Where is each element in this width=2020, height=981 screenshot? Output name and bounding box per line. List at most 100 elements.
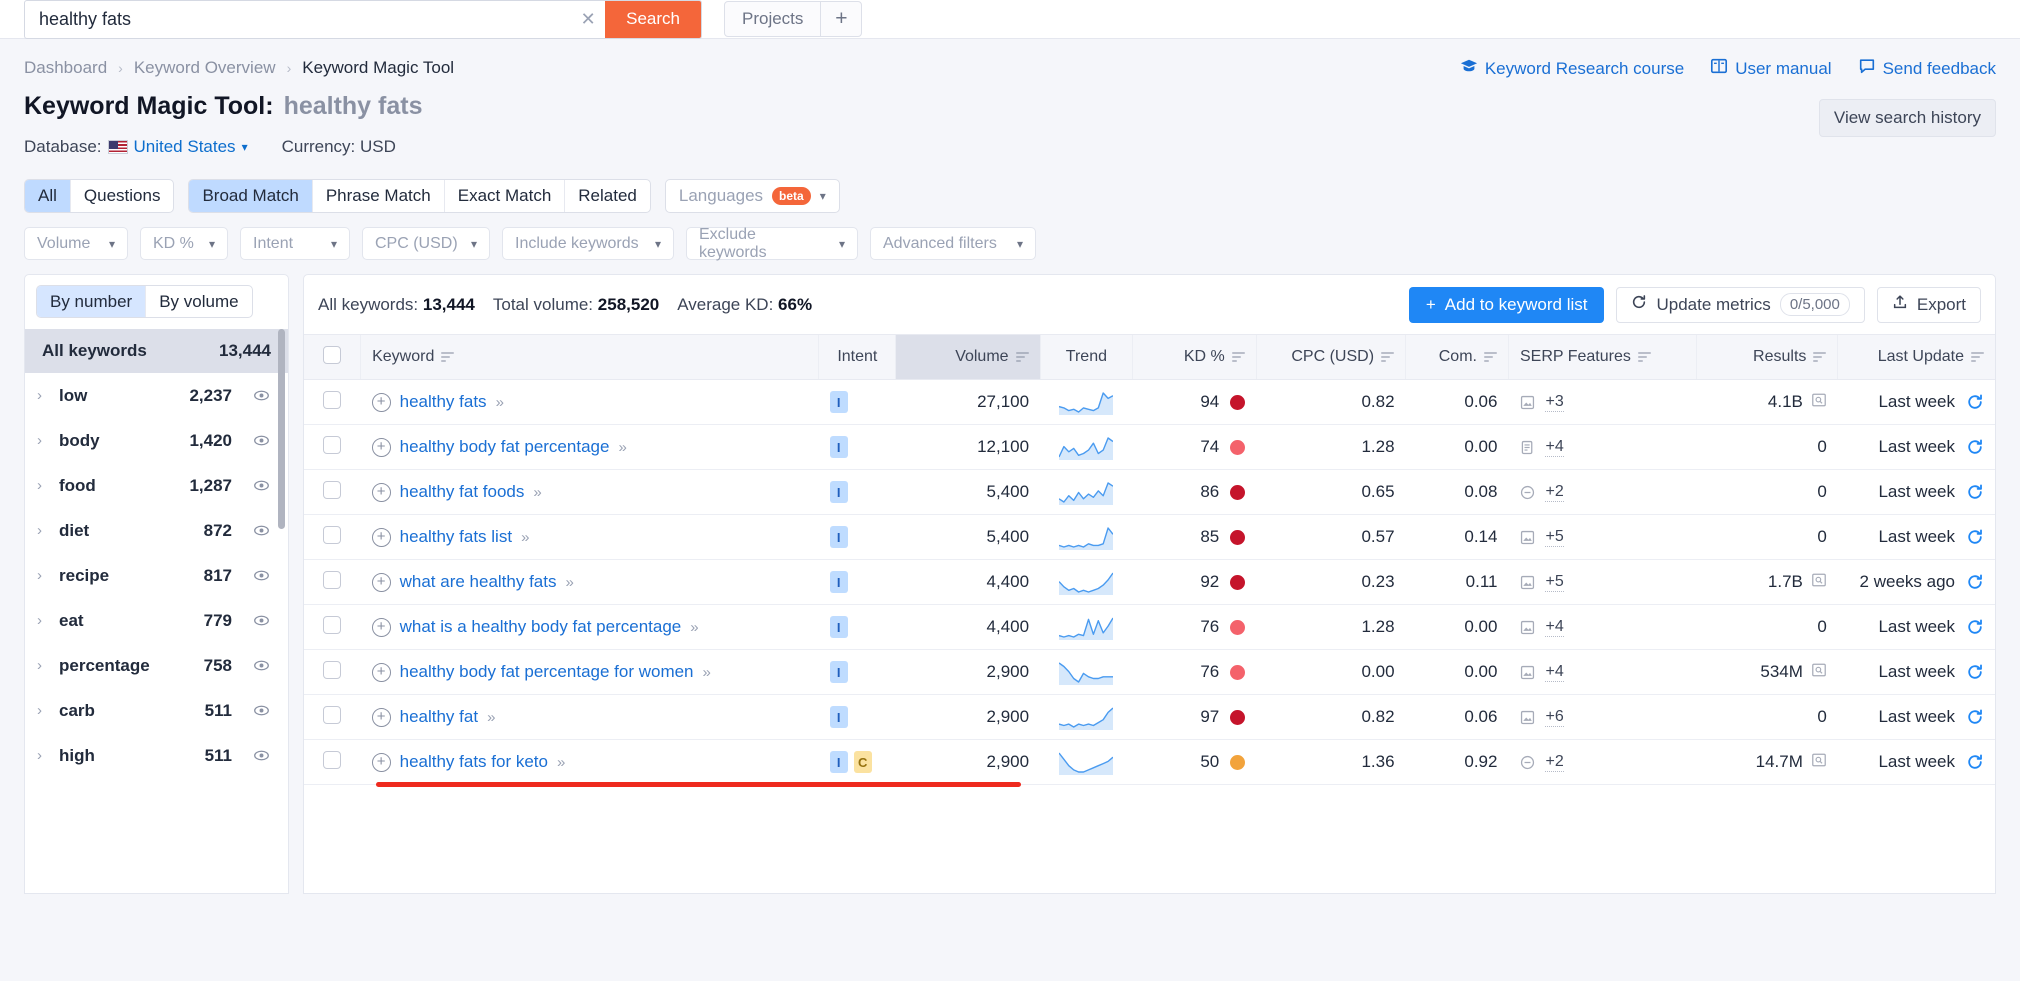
eye-icon[interactable]	[251, 432, 271, 449]
clear-search-icon[interactable]: ✕	[571, 1, 605, 38]
refresh-icon[interactable]	[1966, 483, 1984, 501]
eye-icon[interactable]	[251, 747, 271, 764]
keyword-link[interactable]: healthy fat foods	[400, 482, 525, 502]
eye-icon[interactable]	[251, 387, 271, 404]
chevron-down-icon[interactable]: ▾	[242, 140, 248, 154]
refresh-icon[interactable]	[1966, 528, 1984, 546]
keyword-link[interactable]: what are healthy fats	[400, 572, 557, 592]
refresh-icon[interactable]	[1966, 708, 1984, 726]
eye-icon[interactable]	[251, 657, 271, 674]
refresh-icon[interactable]	[1966, 618, 1984, 636]
chevron-right-icon[interactable]: ›	[37, 657, 49, 674]
sort-icon[interactable]	[1637, 352, 1651, 362]
chevron-right-icon[interactable]: ›	[37, 567, 49, 584]
keyword-link[interactable]: what is a healthy body fat percentage	[400, 617, 682, 637]
serp-feature-count[interactable]: +4	[1545, 663, 1564, 682]
row-checkbox[interactable]	[323, 570, 342, 589]
keyword-research-course-link[interactable]: Keyword Research course	[1460, 57, 1684, 80]
view-search-history-button[interactable]: View search history	[1818, 99, 1996, 137]
filter-intent[interactable]: Intent ▾	[240, 227, 350, 260]
table-row[interactable]: + healthy fats for keto» I C 2,900 50 1.36 0.92…	[304, 739, 1995, 785]
add-to-keyword-list-button[interactable]: + Add to keyword list	[1408, 286, 1605, 323]
double-chevron-icon[interactable]: »	[690, 619, 698, 636]
export-button[interactable]: Export	[1876, 286, 1981, 323]
sidebar-toggle-by-volume[interactable]: By volume	[146, 286, 251, 317]
database-selector[interactable]: Database: United States ▾	[24, 137, 248, 157]
col-keyword[interactable]: Keyword	[360, 334, 819, 380]
table-row[interactable]: + what is a healthy body fat percentage » I…	[304, 604, 1995, 650]
keyword-link[interactable]: healthy fats list	[400, 527, 512, 547]
sidebar-group-eat[interactable]: › eat 779	[25, 598, 288, 643]
double-chevron-icon[interactable]: »	[618, 439, 626, 456]
projects-button[interactable]: Projects	[725, 2, 822, 36]
sidebar-group-carb[interactable]: › carb 511	[25, 688, 288, 733]
filter-advanced[interactable]: Advanced filters ▾	[870, 227, 1036, 260]
intent-badge-i[interactable]: I	[829, 391, 848, 413]
intent-badge-i[interactable]: I	[829, 571, 848, 593]
table-row[interactable]: + healthy fats list » I 5,400 85 0.57 0.14 +5 0 La…	[304, 514, 1995, 560]
serp-feature-count[interactable]: +2	[1545, 483, 1564, 502]
filter-volume[interactable]: Volume ▾	[24, 227, 128, 260]
filter-kd[interactable]: KD % ▾	[140, 227, 228, 260]
search-button[interactable]: Search	[605, 0, 701, 38]
eye-icon[interactable]	[251, 702, 271, 719]
serp-feature-count[interactable]: +5	[1545, 573, 1564, 592]
tab-phrase-match[interactable]: Phrase Match	[313, 180, 445, 212]
tab-all[interactable]: All	[25, 180, 71, 212]
table-row[interactable]: + healthy body fat percentage for women » I…	[304, 649, 1995, 695]
double-chevron-icon[interactable]: »	[533, 484, 541, 501]
row-checkbox[interactable]	[323, 435, 342, 454]
keyword-link[interactable]: healthy body fat percentage	[400, 437, 610, 457]
chevron-right-icon[interactable]: ›	[37, 702, 49, 719]
add-keyword-icon[interactable]: +	[371, 392, 391, 412]
chevron-right-icon[interactable]: ›	[37, 747, 49, 764]
eye-icon[interactable]	[251, 612, 271, 629]
row-checkbox[interactable]	[323, 390, 342, 409]
keyword-link[interactable]: healthy fats for keto	[400, 752, 548, 772]
row-checkbox[interactable]	[323, 660, 342, 679]
sidebar-group-diet[interactable]: › diet 872	[25, 508, 288, 553]
sidebar-scrollbar[interactable]	[278, 329, 285, 529]
chevron-right-icon[interactable]: ›	[37, 612, 49, 629]
sort-icon[interactable]	[441, 352, 455, 362]
database-value[interactable]: United States	[134, 137, 236, 157]
col-last-update[interactable]: Last Update	[1837, 334, 1995, 380]
eye-icon[interactable]	[251, 477, 271, 494]
keyword-link[interactable]: healthy body fat percentage for women	[400, 662, 694, 682]
intent-badge-i[interactable]: I	[829, 436, 848, 458]
table-row[interactable]: + healthy fat foods » I 5,400 86 0.65 0.08 +2 0 La…	[304, 469, 1995, 515]
double-chevron-icon[interactable]: »	[557, 754, 565, 771]
double-chevron-icon[interactable]: »	[487, 709, 495, 726]
sidebar-item-all-keywords[interactable]: All keywords 13,444	[25, 329, 288, 373]
serp-feature-count[interactable]: +4	[1545, 438, 1564, 457]
row-checkbox[interactable]	[323, 480, 342, 499]
row-checkbox[interactable]	[323, 750, 342, 769]
eye-icon[interactable]	[251, 522, 271, 539]
sidebar-group-food[interactable]: › food 1,287	[25, 463, 288, 508]
double-chevron-icon[interactable]: »	[496, 394, 504, 411]
refresh-icon[interactable]	[1966, 753, 1984, 771]
add-keyword-icon[interactable]: +	[371, 617, 391, 637]
col-kd[interactable]: KD %	[1132, 334, 1257, 380]
refresh-icon[interactable]	[1966, 438, 1984, 456]
table-row[interactable]: + healthy fats » I 27,100 94 0.82 0.06 +3 4.1B Las…	[304, 379, 1995, 425]
sidebar-group-recipe[interactable]: › recipe 817	[25, 553, 288, 598]
serp-feature-count[interactable]: +3	[1545, 393, 1564, 412]
serp-preview-icon[interactable]	[1811, 392, 1827, 413]
refresh-icon[interactable]	[1966, 663, 1984, 681]
col-serp-features[interactable]: SERP Features	[1507, 334, 1697, 380]
chevron-right-icon[interactable]: ›	[37, 522, 49, 539]
add-project-icon[interactable]: +	[821, 2, 861, 36]
intent-badge-i[interactable]: I	[829, 661, 848, 683]
sort-icon[interactable]	[1231, 352, 1245, 362]
add-keyword-icon[interactable]: +	[371, 752, 391, 772]
add-keyword-icon[interactable]: +	[371, 662, 391, 682]
sort-icon[interactable]	[1381, 352, 1395, 362]
tab-exact-match[interactable]: Exact Match	[445, 180, 566, 212]
sort-icon[interactable]	[1483, 352, 1497, 362]
user-manual-link[interactable]: User manual	[1710, 57, 1832, 80]
col-com[interactable]: Com.	[1405, 334, 1509, 380]
sort-icon[interactable]	[1813, 352, 1827, 362]
intent-badge-i[interactable]: I	[829, 616, 848, 638]
send-feedback-link[interactable]: Send feedback	[1858, 57, 1996, 80]
